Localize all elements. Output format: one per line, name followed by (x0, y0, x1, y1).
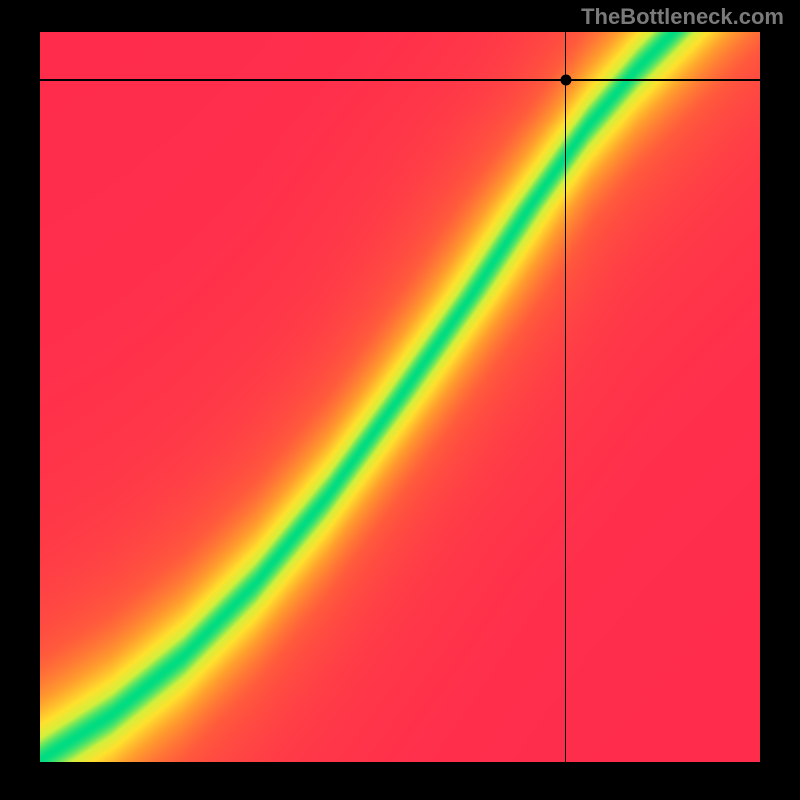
watermark-text: TheBottleneck.com (581, 4, 784, 30)
crosshair-horizontal (40, 79, 760, 81)
heatmap-canvas (40, 32, 760, 762)
crosshair-vertical (565, 32, 567, 762)
heatmap-plot (40, 32, 760, 762)
chart-container: TheBottleneck.com (0, 0, 800, 800)
selection-marker (560, 75, 571, 86)
